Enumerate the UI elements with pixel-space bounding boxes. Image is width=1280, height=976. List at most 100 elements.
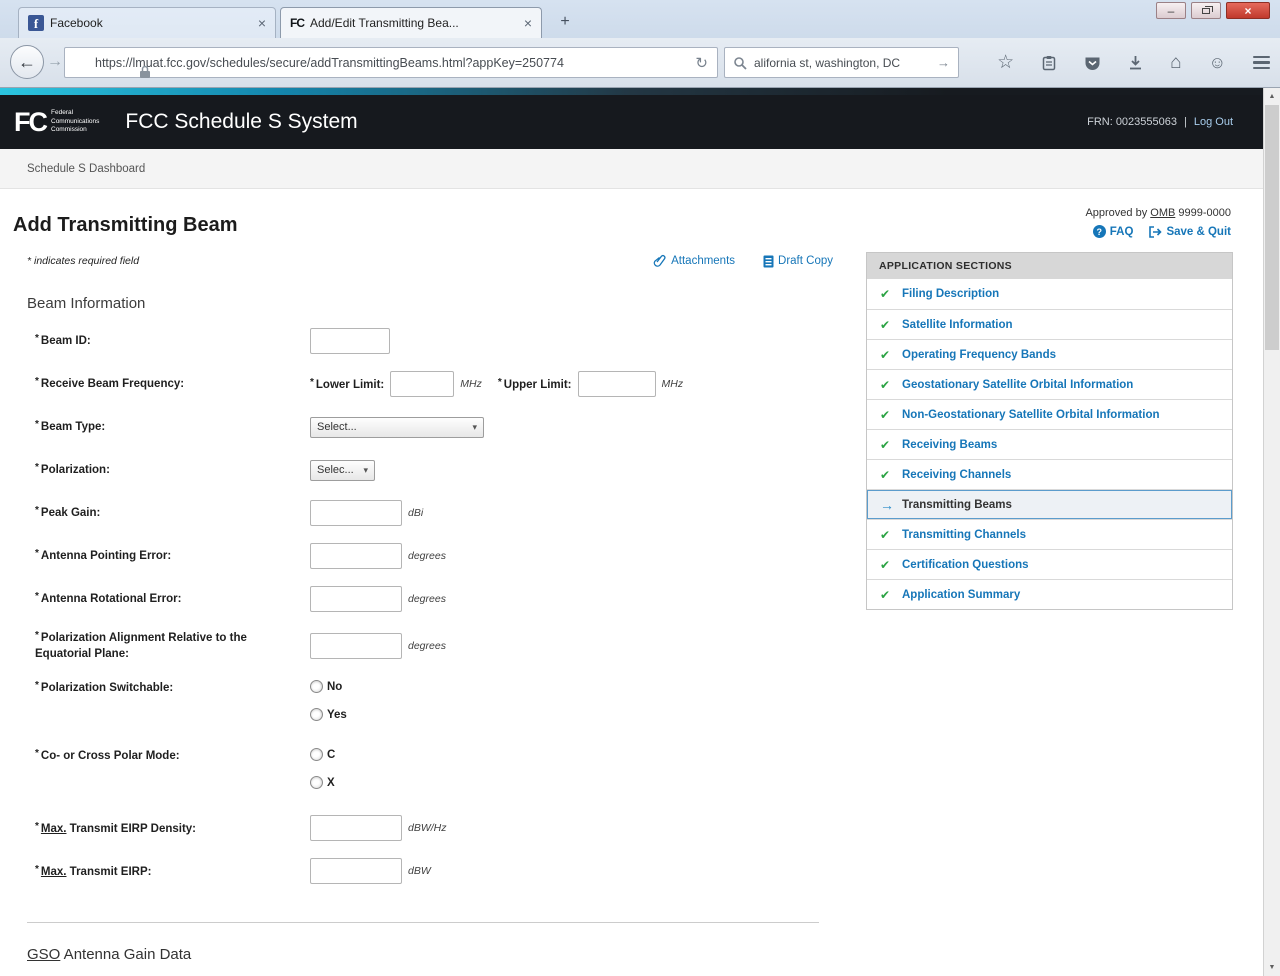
separator: | [1184,116,1187,128]
radio-icon [310,776,323,789]
tab-title: Facebook [50,16,252,30]
download-icon[interactable] [1128,55,1143,71]
close-button[interactable]: × [1226,2,1270,19]
sidebar-item-non-geostationary-orbital-information[interactable]: ✔ Non-Geostationary Satellite Orbital In… [867,399,1232,429]
sidebar-item-transmitting-channels[interactable]: ✔ Transmitting Channels [867,519,1232,549]
attachments-link[interactable]: Attachments [653,254,735,268]
beam-id-input[interactable] [310,328,390,354]
main-content: Add Transmitting Beam * indicates requir… [13,189,835,976]
sidebar-item-application-summary[interactable]: ✔ Application Summary [867,579,1232,609]
menu-icon[interactable] [1253,56,1270,70]
field-beam-type: *Beam Type: Select... ▾ [35,414,835,440]
pocket-icon[interactable] [1084,55,1101,71]
logout-link[interactable]: Log Out [1194,116,1233,128]
scrollbar-thumb[interactable] [1265,105,1279,350]
sidebar-item-filing-description[interactable]: ✔ Filing Description [867,279,1232,309]
polarization-switchable-no-radio[interactable]: No [310,680,347,693]
exit-icon [1149,226,1162,238]
antenna-rotational-error-input[interactable] [310,586,402,612]
search-go-icon[interactable]: → [937,55,950,70]
question-icon: ? [1093,225,1106,238]
sidebar-item-satellite-information[interactable]: ✔ Satellite Information [867,309,1232,339]
smiley-icon[interactable]: ☺ [1209,54,1226,71]
vertical-scrollbar[interactable]: ▲ ▼ [1263,88,1280,976]
field-peak-gain: *Peak Gain: dBi [35,500,835,526]
beam-type-select[interactable]: Select... ▾ [310,417,484,438]
minimize-button[interactable]: – [1156,2,1186,19]
scroll-up-icon[interactable]: ▲ [1264,88,1280,105]
field-polarization: *Polarization: Selec... ▾ [35,457,835,483]
beam-information-form: *Beam ID: *Receive Beam Frequency: *Lowe… [35,328,835,884]
polarization-select[interactable]: Selec... ▾ [310,460,375,481]
back-button[interactable]: ← [10,45,44,79]
field-max-transmit-eirp-density: *Max. Transmit EIRP Density: dBW/Hz [35,815,835,841]
bookmark-star-icon[interactable]: ☆ [997,53,1014,72]
scroll-down-icon[interactable]: ▼ [1264,959,1280,976]
antenna-pointing-error-input[interactable] [310,543,402,569]
check-icon: ✔ [880,438,893,452]
sidebar-item-geostationary-orbital-information[interactable]: ✔ Geostationary Satellite Orbital Inform… [867,369,1232,399]
beam-information-heading: Beam Information [27,295,835,312]
app-title: FCC Schedule S System [125,110,357,134]
sidebar-item-receiving-beams[interactable]: ✔ Receiving Beams [867,429,1232,459]
tab-facebook[interactable]: f Facebook × [18,7,276,38]
home-icon[interactable]: ⌂ [1170,53,1181,72]
upper-limit-unit: MHz [662,378,684,390]
url-bar[interactable]: https://lmuat.fcc.gov/schedules/secure/a… [64,47,718,78]
new-tab-button[interactable]: + [552,11,578,33]
url-text[interactable]: https://lmuat.fcc.gov/schedules/secure/a… [95,56,687,70]
polarization-switchable-yes-radio[interactable]: Yes [310,708,347,721]
max-transmit-eirp-input[interactable] [310,858,402,884]
tab-add-edit-transmitting-beams[interactable]: FC Add/Edit Transmitting Bea... × [280,7,542,38]
breadcrumb-link[interactable]: Schedule S Dashboard [27,163,145,175]
check-icon: ✔ [880,378,893,392]
draft-copy-link[interactable]: Draft Copy [763,254,833,268]
radio-icon [310,708,323,721]
field-max-transmit-eirp: *Max. Transmit EIRP: dBW [35,858,835,884]
tab-close-icon[interactable]: × [258,16,266,30]
sidebar-item-transmitting-beams[interactable]: → Transmitting Beams [867,489,1232,519]
fcc-logo-text: Federal Communications Commission [51,109,99,134]
facebook-icon: f [28,15,44,31]
search-bar[interactable]: alifornia st, washington, DC → [724,47,959,78]
site-header: FC Federal Communications Commission FCC… [0,95,1263,149]
peak-gain-input[interactable] [310,500,402,526]
search-input-value[interactable]: alifornia st, washington, DC [754,56,930,70]
polar-mode-c-radio[interactable]: C [310,748,335,761]
application-sections-panel: APPLICATION SECTIONS ✔ Filing Descriptio… [866,252,1233,610]
lower-limit-input[interactable] [390,371,454,397]
page-viewport: FC Federal Communications Commission FCC… [0,88,1280,976]
sidebar-item-certification-questions[interactable]: ✔ Certification Questions [867,549,1232,579]
field-antenna-pointing-error: *Antenna Pointing Error: degrees [35,543,835,569]
field-antenna-rotational-error: *Antenna Rotational Error: degrees [35,586,835,612]
tab-strip: f Facebook × FC Add/Edit Transmitting Be… [0,0,1280,38]
radio-icon [310,680,323,693]
tab-close-icon[interactable]: × [524,16,532,30]
fcc-page: FC Federal Communications Commission FCC… [0,88,1263,976]
refresh-icon[interactable]: ↻ [695,54,708,72]
sidebar-item-receiving-channels[interactable]: ✔ Receiving Channels [867,459,1232,489]
field-polarization-switchable: *Polarization Switchable: No Yes [35,679,835,721]
field-beam-id: *Beam ID: [35,328,835,354]
section-divider [27,922,819,923]
sidebar-item-operating-frequency-bands[interactable]: ✔ Operating Frequency Bands [867,339,1232,369]
fcc-logo-acronym: FC [14,109,46,136]
polarization-alignment-input[interactable] [310,633,402,659]
chevron-down-icon: ▾ [363,465,368,476]
upper-limit-input[interactable] [578,371,656,397]
max-transmit-eirp-density-input[interactable] [310,815,402,841]
forward-button[interactable]: → [47,53,63,71]
header-accent-bar [0,88,1263,95]
document-icon [763,255,774,268]
save-quit-link[interactable]: Save & Quit [1149,226,1231,238]
check-icon: ✔ [880,528,893,542]
restore-button[interactable] [1191,2,1221,19]
session-info: FRN: 0023555063 | Log Out [1087,116,1233,128]
polar-mode-x-radio[interactable]: X [310,776,335,789]
approval-block: Approved by OMB 9999-0000 ? FAQ Save & Q… [1085,207,1231,238]
lower-limit-unit: MHz [460,378,482,390]
paperclip-icon [653,254,667,268]
bookmarks-clipboard-icon[interactable] [1041,55,1057,71]
breadcrumb: Schedule S Dashboard [0,149,1263,189]
faq-link[interactable]: ? FAQ [1093,225,1134,238]
